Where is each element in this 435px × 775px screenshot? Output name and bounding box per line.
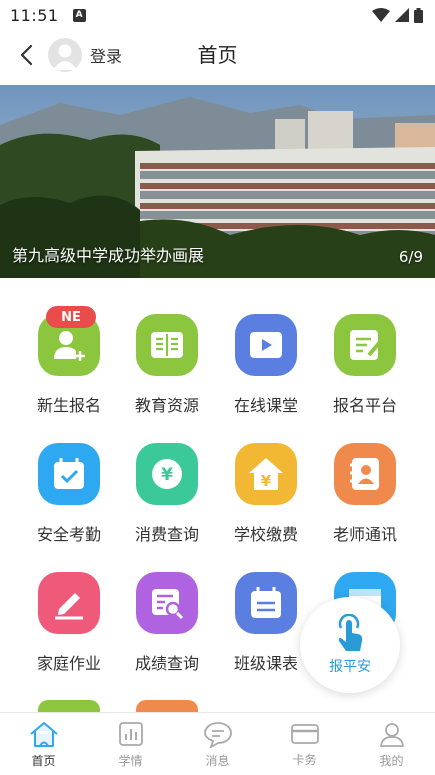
grid-item-label: 教育资源	[134, 396, 199, 415]
pencil-icon	[38, 572, 100, 634]
svg-text:¥: ¥	[161, 465, 173, 485]
grid-item-education-resources[interactable]: 教育资源	[112, 314, 222, 416]
tab-label: 首页	[31, 753, 56, 768]
grid-item-label: 消费查询	[134, 525, 199, 544]
new-badge: NE	[46, 306, 96, 328]
grid-item-label: 报名平台	[332, 396, 397, 415]
grid-item-homework[interactable]: 家庭作业	[14, 572, 124, 674]
grid-item-registration-platform[interactable]: 报名平台	[310, 314, 420, 416]
edit-note-icon	[334, 314, 396, 376]
status-time: 11:51	[10, 5, 59, 25]
tab-label: 卡务	[292, 752, 317, 767]
yuan-coin-icon: ¥	[136, 443, 198, 505]
report-safe-label: 报平安	[329, 659, 371, 675]
bottom-tab-bar: 首页 学情 消息 卡务 我的	[0, 712, 435, 775]
login-button[interactable]: 登录	[48, 38, 122, 72]
login-label: 登录	[90, 47, 123, 66]
battery-icon	[414, 7, 423, 23]
grid-item-label: 学校缴费	[233, 525, 298, 544]
tab-label: 学情	[118, 753, 143, 768]
document-search-icon	[136, 572, 198, 634]
grid-item-label: 在线课堂	[233, 396, 298, 415]
grid-item-new-student-enrollment[interactable]: NE 新生报名	[14, 306, 124, 416]
grid-item-online-classroom[interactable]: 在线课堂	[211, 314, 321, 416]
notification-icon: A	[72, 8, 86, 22]
tab-profile[interactable]: 我的	[348, 713, 435, 775]
tab-messages[interactable]: 消息	[174, 713, 261, 775]
grid-item-safety-attendance[interactable]: 安全考勤	[14, 443, 124, 545]
grid-item-spending-query[interactable]: ¥ 消费查询	[112, 443, 222, 545]
grid-item-teacher-contact[interactable]: 老师通讯	[310, 443, 420, 545]
profile-icon	[379, 722, 404, 747]
grid-item-grade-query[interactable]: 成绩查询	[112, 572, 222, 674]
status-icons	[372, 7, 423, 23]
chevron-left-icon	[20, 44, 33, 66]
video-play-icon	[235, 314, 297, 376]
message-icon	[203, 721, 232, 748]
wifi-icon	[372, 8, 390, 22]
svg-text:¥: ¥	[261, 472, 272, 490]
tab-label: 消息	[205, 753, 230, 768]
tab-card[interactable]: 卡务	[261, 713, 348, 775]
grid-item-label: 安全考勤	[36, 525, 101, 544]
grid-item-label: 班级课表	[233, 654, 298, 673]
avatar	[48, 38, 82, 72]
home-icon	[29, 721, 58, 747]
grid-item-school-payment[interactable]: ¥ 学校缴费	[211, 443, 321, 545]
grid-item-label: 成绩查询	[134, 654, 199, 673]
tab-label: 我的	[379, 753, 404, 768]
grid-item-label: 新生报名	[36, 396, 101, 415]
signal-icon	[395, 8, 409, 22]
chart-icon	[118, 721, 143, 746]
tab-home[interactable]: 首页	[0, 713, 87, 775]
grid-item-label: 家庭作业	[36, 654, 101, 673]
status-bar: 11:51 A	[0, 0, 435, 30]
grid-item-label: 老师通讯	[332, 525, 397, 544]
contact-book-icon	[334, 443, 396, 505]
banner-caption: 第九高级中学成功举办画展	[12, 246, 205, 265]
header: 首页 登录	[0, 30, 435, 80]
tab-study[interactable]: 学情	[87, 713, 174, 775]
banner-carousel[interactable]: 第九高级中学成功举办画展 6/9	[0, 85, 435, 278]
back-button[interactable]	[4, 33, 48, 77]
calendar-list-icon	[235, 572, 297, 634]
tap-hand-icon	[338, 614, 363, 651]
report-safe-button[interactable]: 报平安	[300, 597, 400, 693]
user-icon	[53, 44, 77, 70]
card-icon	[290, 723, 319, 744]
book-icon	[136, 314, 198, 376]
yuan-house-icon: ¥	[235, 443, 297, 505]
banner-page-indicator: 6/9	[398, 248, 423, 266]
calendar-check-icon	[38, 443, 100, 505]
